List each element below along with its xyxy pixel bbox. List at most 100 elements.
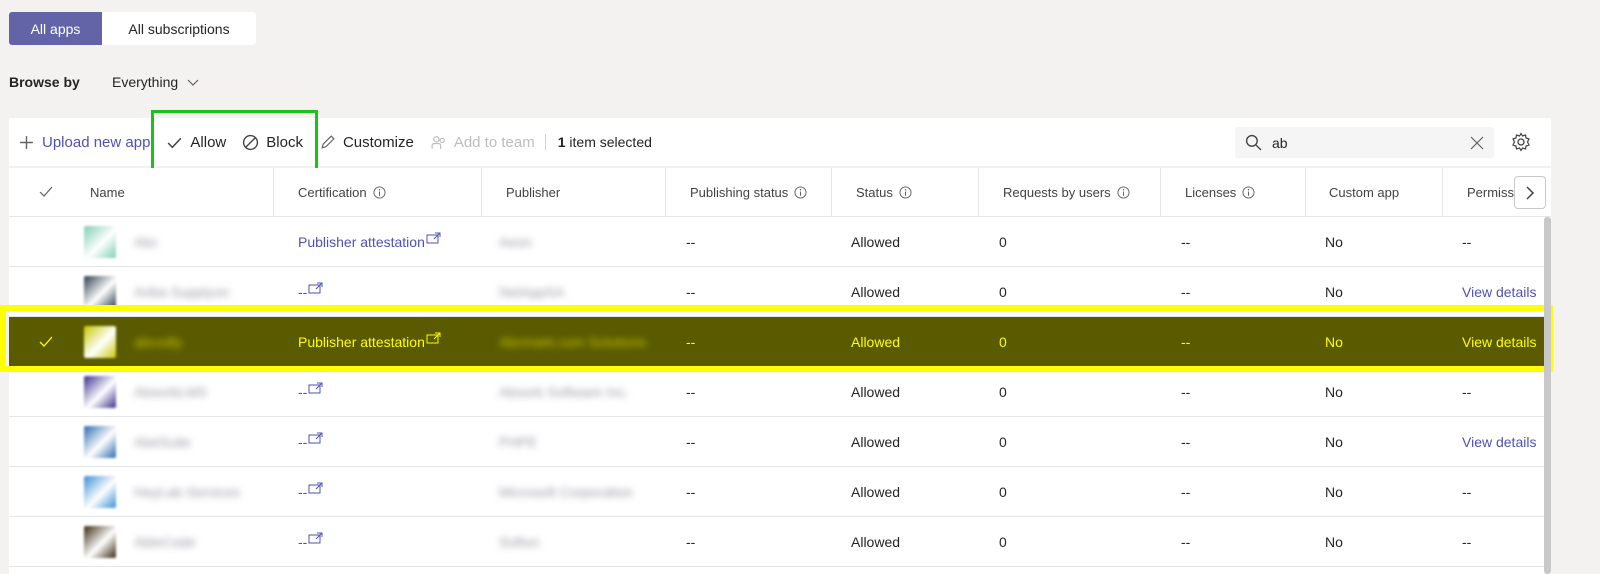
table-row[interactable]: AbsorbLMS -- Absorb Software Inc. -- Allowed… <box>9 367 1551 417</box>
col-custom-app[interactable]: Custom app <box>1329 168 1399 216</box>
close-icon[interactable] <box>1470 136 1484 150</box>
status-cell: Allowed <box>851 433 901 450</box>
pencil-icon <box>321 134 335 149</box>
browse-by-label: Browse by <box>9 74 80 90</box>
certification-link[interactable]: -- <box>298 467 323 516</box>
custom-app-cell: No <box>1325 483 1343 500</box>
tab-bar: All apps All subscriptions <box>9 12 256 45</box>
allow-button[interactable]: Allow <box>166 118 226 166</box>
publishing-status-cell: -- <box>686 533 696 550</box>
table-row[interactable]: HeyLab Services -- Microsoft Corporation --… <box>9 467 1551 517</box>
block-button[interactable]: Block <box>242 118 303 166</box>
app-name-cell[interactable]: HeyLab Services <box>84 467 240 516</box>
apps-table: Name Certification Publisher Publishing … <box>9 168 1551 574</box>
certification-link[interactable]: -- <box>298 517 323 566</box>
table-row[interactable]: Ariba Supplyon -- NetAppSA -- Allowed 0 -- No Vi… <box>9 267 1551 317</box>
row-checkbox[interactable] <box>39 317 53 366</box>
status-cell: Allowed <box>851 383 901 400</box>
scroll-right-button[interactable] <box>1514 176 1546 209</box>
checkmark-icon <box>39 186 53 197</box>
col-status[interactable]: Status <box>856 168 912 216</box>
permissions-cell: -- <box>1462 233 1472 250</box>
requests-cell: 0 <box>999 433 1007 450</box>
app-name[interactable]: AbleCode <box>134 534 196 550</box>
people-icon <box>431 135 445 149</box>
search-input[interactable] <box>1272 134 1452 151</box>
app-name-cell[interactable]: Ariba Supplyon <box>84 267 229 316</box>
certification-link[interactable]: Publisher attestation <box>298 317 441 366</box>
browse-by-dropdown[interactable]: Everything <box>112 74 200 90</box>
app-name[interactable]: Ariba Supplyon <box>134 284 229 300</box>
column-divider[interactable] <box>1442 168 1443 217</box>
col-licenses[interactable]: Licenses <box>1185 168 1255 216</box>
table-row[interactable]: abcodly Publisher attestation Abcmark.com … <box>9 317 1551 367</box>
app-name[interactable]: AbsorbLMS <box>134 384 207 400</box>
permissions-cell[interactable]: View details <box>1462 317 1536 366</box>
col-certification[interactable]: Certification <box>298 168 386 216</box>
col-requests[interactable]: Requests by users <box>1003 168 1130 216</box>
col-publisher[interactable]: Publisher <box>506 168 560 216</box>
info-icon[interactable] <box>373 185 386 199</box>
plus-icon <box>20 135 33 149</box>
external-link-icon[interactable] <box>308 282 323 294</box>
publishing-status-cell: -- <box>686 433 696 450</box>
table-row[interactable]: Abc Publisher attestation Aeon -- Allowed 0 --… <box>9 217 1551 267</box>
column-divider[interactable] <box>978 168 979 217</box>
info-icon[interactable] <box>794 185 807 199</box>
add-to-team-button[interactable]: Add to team <box>430 118 535 166</box>
column-divider[interactable] <box>1305 168 1306 217</box>
column-divider[interactable] <box>481 168 482 217</box>
certification-link[interactable]: -- <box>298 367 323 416</box>
certification-value: Publisher attestation <box>298 333 425 350</box>
column-divider[interactable] <box>273 168 274 217</box>
table-row[interactable]: AbeSuite -- PHPE -- Allowed 0 -- No View details <box>9 417 1551 467</box>
external-link-icon[interactable] <box>308 532 323 544</box>
app-name[interactable]: AbeSuite <box>134 434 191 450</box>
gear-icon[interactable] <box>1511 132 1531 152</box>
app-name-cell[interactable]: AbleCode <box>84 517 196 566</box>
publisher-cell: NetAppSA <box>499 267 564 316</box>
licenses-cell: -- <box>1181 483 1191 500</box>
app-name-cell[interactable]: Abc <box>84 217 158 266</box>
licenses-cell: -- <box>1181 533 1191 550</box>
info-icon[interactable] <box>1117 185 1130 199</box>
app-name[interactable]: HeyLab Services <box>134 484 240 500</box>
certification-link[interactable]: Publisher attestation <box>298 217 441 266</box>
requests-cell: 0 <box>999 333 1007 350</box>
column-divider[interactable] <box>1160 168 1161 217</box>
requests-cell: 0 <box>999 383 1007 400</box>
publisher-cell: Abcmark.com Solutions <box>499 317 646 366</box>
permissions-cell[interactable]: View details <box>1462 267 1536 316</box>
app-name[interactable]: abcodly <box>134 334 182 350</box>
add-to-team-label: Add to team <box>453 133 535 151</box>
certification-link[interactable]: -- <box>298 417 323 466</box>
info-icon[interactable] <box>899 185 912 199</box>
vertical-scrollbar[interactable] <box>1544 217 1551 574</box>
app-name-cell[interactable]: abcodly <box>84 317 182 366</box>
certification-link[interactable]: -- <box>298 267 323 316</box>
tab-all-apps[interactable]: All apps <box>9 12 102 45</box>
app-name[interactable]: Abc <box>134 234 158 250</box>
col-name[interactable]: Name <box>90 168 125 216</box>
upload-new-app-button[interactable]: Upload new app <box>18 118 150 166</box>
col-requests-label: Requests by users <box>1003 184 1111 200</box>
table-row[interactable]: AbleCode -- Softon -- Allowed 0 -- No -- <box>9 517 1551 567</box>
column-divider[interactable] <box>831 168 832 217</box>
requests-cell: 0 <box>999 233 1007 250</box>
permissions-cell[interactable]: View details <box>1462 417 1536 466</box>
customize-button[interactable]: Customize <box>319 118 414 166</box>
external-link-icon[interactable] <box>308 382 323 394</box>
app-name-cell[interactable]: AbeSuite <box>84 417 191 466</box>
external-link-icon[interactable] <box>426 232 441 244</box>
tab-all-subscriptions[interactable]: All subscriptions <box>102 12 256 45</box>
col-publishing-status[interactable]: Publishing status <box>690 168 807 216</box>
info-icon[interactable] <box>1242 185 1255 199</box>
select-all-checkbox[interactable] <box>39 168 53 216</box>
table-header: Name Certification Publisher Publishing … <box>9 168 1551 217</box>
app-name-cell[interactable]: AbsorbLMS <box>84 367 207 416</box>
external-link-icon[interactable] <box>308 482 323 494</box>
column-divider[interactable] <box>665 168 666 217</box>
custom-app-cell: No <box>1325 383 1343 400</box>
external-link-icon[interactable] <box>426 332 441 344</box>
external-link-icon[interactable] <box>308 432 323 444</box>
